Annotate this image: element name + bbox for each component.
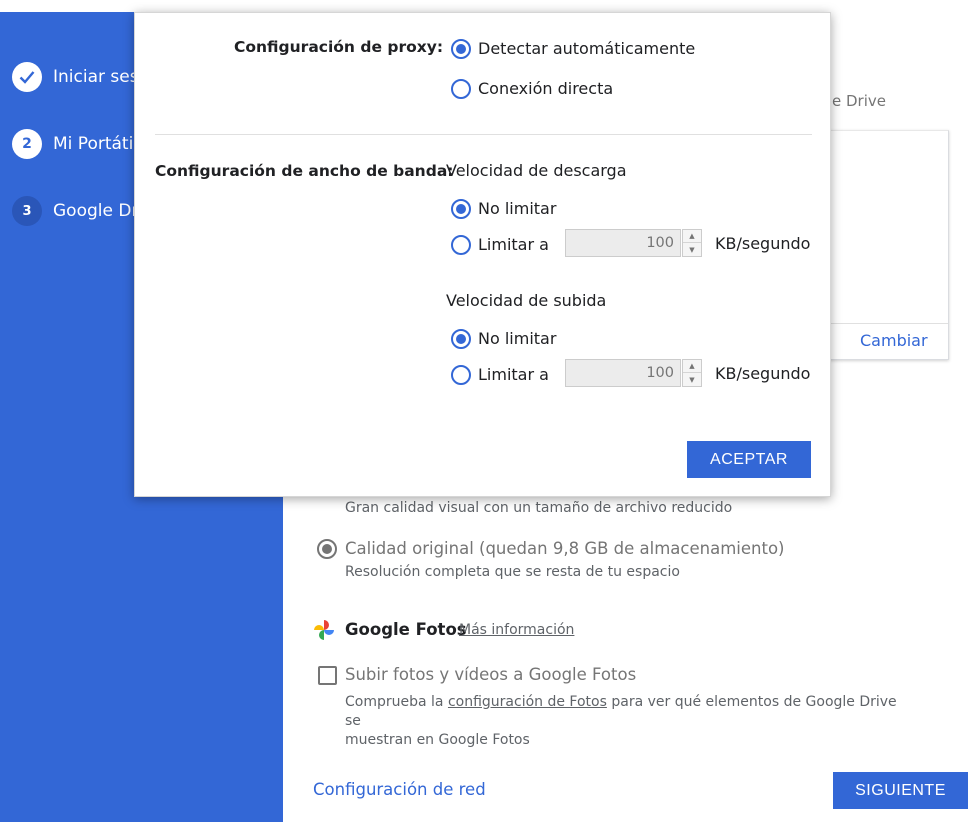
proxy-direct-label: Conexión directa — [478, 79, 614, 98]
proxy-auto-detect-label: Detectar automáticamente — [478, 39, 696, 58]
upload-limit-stepper[interactable]: 100 ▲ ▼ — [565, 359, 702, 387]
download-limit-input[interactable]: 100 — [565, 229, 681, 257]
arrow-up-icon[interactable]: ▲ — [683, 360, 701, 373]
arrow-down-icon[interactable]: ▼ — [683, 373, 701, 386]
google-photos-title: Google Fotos — [345, 620, 467, 639]
change-link[interactable]: Cambiar — [860, 331, 928, 350]
step-number: 3 — [12, 196, 42, 226]
original-quality-radio[interactable] — [317, 539, 337, 559]
download-limit-stepper[interactable]: 100 ▲ ▼ — [565, 229, 702, 257]
step-my-laptop[interactable]: 2 Mi Portátil — [12, 129, 138, 159]
stepper-buttons: ▲ ▼ — [682, 359, 702, 387]
download-limit-label: Limitar a — [478, 235, 549, 254]
proxy-settings-heading: Configuración de proxy: — [234, 38, 444, 56]
upload-unit: KB/segundo — [715, 364, 811, 383]
more-info-link[interactable]: Más información — [459, 622, 574, 638]
upload-no-limit-label: No limitar — [478, 329, 557, 348]
upload-limit-label: Limitar a — [478, 365, 549, 384]
download-no-limit-radio[interactable] — [451, 199, 471, 219]
proxy-auto-detect-radio[interactable] — [451, 39, 471, 59]
high-quality-description: Gran calidad visual con un tamaño de arc… — [345, 500, 733, 516]
bandwidth-settings-heading: Configuración de ancho de banda: — [155, 162, 454, 180]
stepper-buttons: ▲ ▼ — [682, 229, 702, 257]
dialog-divider — [155, 134, 812, 135]
upload-limit-radio[interactable] — [451, 365, 471, 385]
upload-photos-checkbox[interactable] — [318, 666, 337, 685]
original-quality-description: Resolución completa que se resta de tu e… — [345, 564, 680, 580]
arrow-down-icon[interactable]: ▼ — [683, 243, 701, 256]
upload-desc-prefix: Comprueba la — [345, 694, 448, 710]
step-label: Mi Portátil — [53, 134, 139, 154]
upload-speed-title: Velocidad de subida — [446, 291, 607, 310]
card-divider — [821, 323, 948, 324]
photos-settings-link[interactable]: configuración de Fotos — [448, 694, 607, 710]
upload-desc-line2: muestran en Google Fotos — [345, 732, 530, 748]
download-no-limit-label: No limitar — [478, 199, 557, 218]
next-button[interactable]: SIGUIENTE — [833, 772, 968, 809]
download-limit-radio[interactable] — [451, 235, 471, 255]
upload-photos-description: Comprueba la configuración de Fotos para… — [345, 693, 905, 750]
network-settings-dialog: Configuración de proxy: Detectar automát… — [134, 12, 831, 497]
accept-button[interactable]: ACEPTAR — [687, 441, 811, 478]
upload-photos-label: Subir fotos y vídeos a Google Fotos — [345, 665, 637, 684]
top-strip — [0, 0, 978, 12]
download-speed-title: Velocidad de descarga — [446, 161, 627, 180]
folder-card — [820, 130, 949, 360]
download-unit: KB/segundo — [715, 234, 811, 253]
upload-no-limit-radio[interactable] — [451, 329, 471, 349]
original-quality-label: Calidad original (quedan 9,8 GB de almac… — [345, 539, 785, 558]
arrow-up-icon[interactable]: ▲ — [683, 230, 701, 243]
check-icon — [12, 62, 42, 92]
drive-description-text: e Drive — [832, 92, 886, 110]
google-photos-icon — [314, 620, 334, 640]
step-number: 2 — [12, 129, 42, 159]
network-settings-link[interactable]: Configuración de red — [313, 780, 486, 799]
upload-limit-input[interactable]: 100 — [565, 359, 681, 387]
proxy-direct-radio[interactable] — [451, 79, 471, 99]
app-window: Iniciar sesión 2 Mi Portátil 3 Google Dr… — [0, 0, 978, 822]
